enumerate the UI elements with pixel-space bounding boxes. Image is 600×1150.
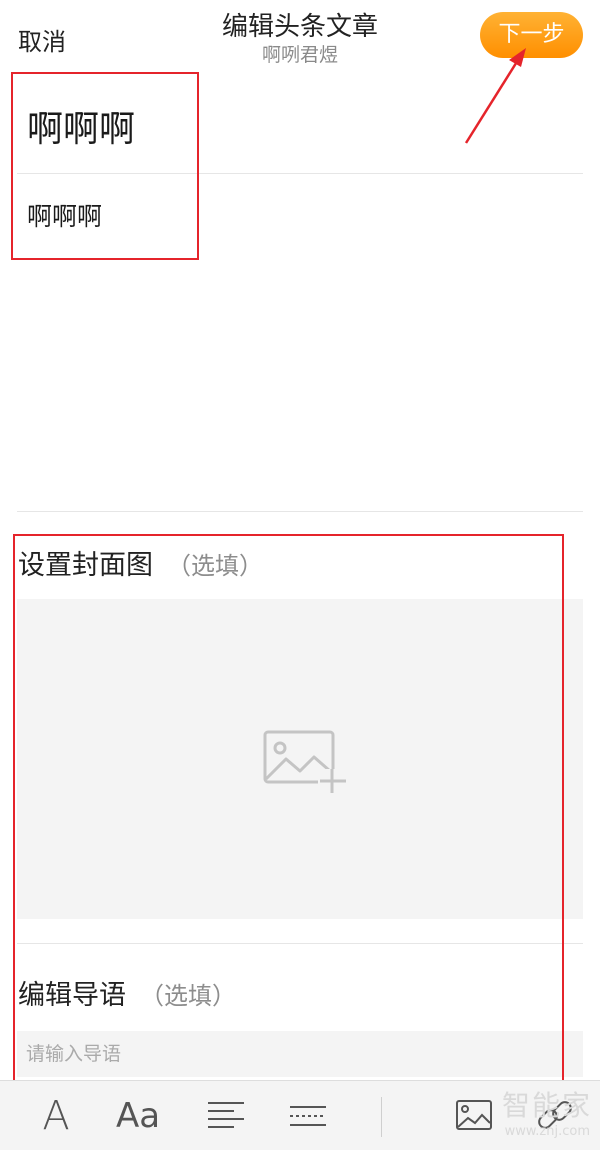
cover-optional-hint: （选填） bbox=[167, 552, 263, 580]
summary-optional-hint: （选填） bbox=[140, 982, 236, 1010]
content-divider bbox=[17, 511, 583, 512]
font-size-icon[interactable]: Aa bbox=[108, 1091, 168, 1141]
insert-image-icon[interactable] bbox=[444, 1091, 504, 1141]
header-bar: 取消 编辑头条文章 啊咧君煜 下一步 bbox=[0, 0, 600, 70]
align-icon[interactable] bbox=[196, 1091, 256, 1141]
cover-label-text: 设置封面图 bbox=[18, 550, 153, 581]
title-divider bbox=[17, 173, 583, 174]
article-body-input[interactable]: 啊啊啊 bbox=[27, 197, 102, 233]
summary-label-text: 编辑导语 bbox=[18, 980, 126, 1011]
article-title-input[interactable]: 啊啊啊 bbox=[27, 100, 135, 152]
summary-section-label: 编辑导语 （选填） bbox=[18, 973, 236, 1012]
cover-image-picker[interactable] bbox=[17, 599, 583, 919]
cover-section-label: 设置封面图 （选填） bbox=[18, 543, 263, 582]
divider-line-icon[interactable] bbox=[278, 1091, 338, 1141]
toolbar-separator bbox=[381, 1097, 382, 1137]
summary-input[interactable] bbox=[17, 1031, 583, 1077]
image-add-icon bbox=[263, 730, 346, 793]
section-divider bbox=[17, 943, 583, 944]
link-icon[interactable] bbox=[526, 1091, 586, 1141]
next-step-button[interactable]: 下一步 bbox=[480, 12, 583, 58]
format-toolbar: A Aa bbox=[0, 1080, 600, 1150]
font-icon[interactable]: A bbox=[26, 1091, 86, 1141]
editor-screen: 取消 编辑头条文章 啊咧君煜 下一步 啊啊啊 啊啊啊 设置封面图 （选填） 编辑导… bbox=[0, 0, 600, 1150]
